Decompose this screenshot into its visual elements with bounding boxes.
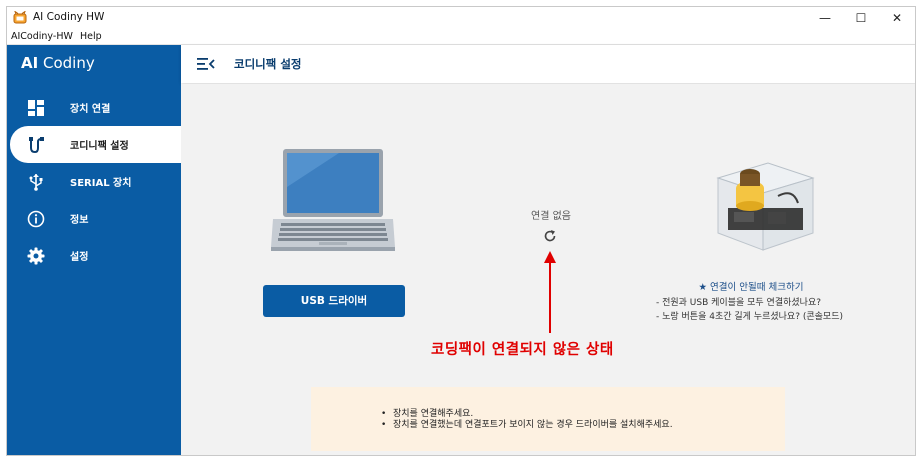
sidebar-item-label: SERIAL 장치 (70, 178, 132, 189)
sidebar-item-settings[interactable]: 설정 (7, 237, 181, 274)
annotation-text: 코딩팩이 연결되지 않은 상태 (431, 342, 614, 358)
cable-icon (29, 137, 44, 154)
brand-logo: AI Codiny (21, 54, 95, 72)
troubleshoot-box: ★ 연결이 안될때 체크하기 - 전원과 USB 케이블을 모두 연결하셨나요?… (656, 279, 896, 324)
notice-list: 장치를 연결해주세요. 장치를 연결했는데 연결포트가 보이지 않는 경우 드라… (381, 409, 673, 431)
brand-bold: AI (21, 54, 39, 72)
menu-help[interactable]: Help (80, 31, 102, 42)
app-logo-icon (13, 11, 27, 24)
notice-box: 장치를 연결해주세요. 장치를 연결했는데 연결포트가 보이지 않는 경우 드라… (311, 387, 785, 451)
gear-icon (27, 247, 45, 265)
sidebar-item-label: 코디니팩 설정 (70, 141, 129, 152)
dashboard-icon (28, 100, 44, 116)
connection-status: 연결 없음 (531, 211, 571, 222)
menu-collapse-icon[interactable] (197, 57, 215, 71)
notice-item: 장치를 연결했는데 연결포트가 보이지 않는 경우 드라이버를 설치해주세요. (381, 420, 673, 431)
sidebar: AI Codiny 장치 연결 코디니팩 설정 SERIAL 장치 정보 설정 (7, 45, 181, 455)
brand-rest: Codiny (42, 54, 95, 72)
sidebar-item-label: 설정 (70, 252, 89, 263)
refresh-icon[interactable] (543, 229, 557, 243)
codiny-pack-device-illustration (716, 162, 815, 251)
notice-item: 장치를 연결해주세요. (381, 409, 673, 420)
maximize-button[interactable]: ☐ (843, 7, 879, 29)
troubleshoot-line: - 노랑 버튼을 4초간 길게 누르셨나요? (콘솔모드) (656, 312, 843, 322)
title-bar: AI Codiny HW — ☐ ✕ (7, 7, 915, 29)
page-header: 코디니팩 설정 (181, 45, 915, 83)
laptop-illustration (271, 149, 395, 251)
troubleshoot-title: ★ 연결이 안될때 체크하기 (698, 282, 804, 293)
page-title: 코디니팩 설정 (234, 57, 302, 71)
main-content: USB 드라이버 연결 없음 코딩팩이 연결되지 않은 상태 ★ 연결이 안될때… (181, 84, 915, 455)
app-window: AI Codiny HW — ☐ ✕ AICodiny-HW Help AI C… (6, 6, 916, 456)
menu-aicodiny-hw[interactable]: AICodiny-HW (11, 31, 73, 42)
troubleshoot-line: - 전원과 USB 케이블을 모두 연결하셨나요? (656, 298, 822, 308)
sidebar-item-device-connect[interactable]: 장치 연결 (7, 89, 181, 126)
usb-driver-button[interactable]: USB 드라이버 (263, 285, 405, 317)
red-arrow-annotation (544, 251, 556, 333)
minimize-button[interactable]: — (807, 7, 843, 29)
sidebar-item-label: 정보 (70, 215, 89, 226)
close-button[interactable]: ✕ (879, 7, 915, 29)
sidebar-item-serial-device[interactable]: SERIAL 장치 (7, 163, 181, 200)
sidebar-item-codinypack-settings[interactable]: 코디니팩 설정 (10, 126, 181, 163)
usb-icon (29, 174, 43, 191)
window-title: AI Codiny HW (33, 11, 105, 23)
sidebar-item-label: 장치 연결 (70, 104, 111, 115)
sidebar-item-info[interactable]: 정보 (7, 200, 181, 237)
info-icon (27, 210, 45, 228)
menu-bar: AICodiny-HW Help (7, 29, 915, 45)
